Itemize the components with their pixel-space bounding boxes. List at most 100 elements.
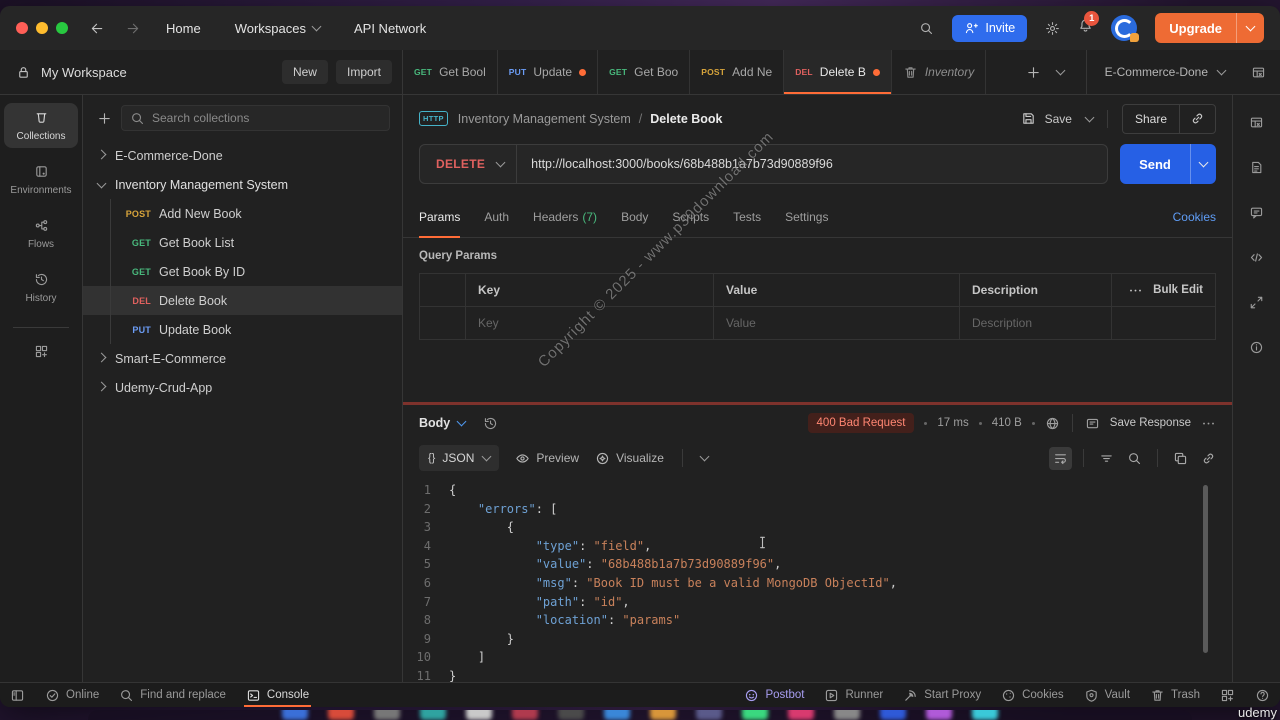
statusbar-find-and-replace[interactable]: Find and replace (119, 683, 226, 707)
request-delete-book[interactable]: DEL Delete Book (83, 286, 402, 315)
forward-arrow-icon[interactable] (125, 21, 140, 36)
cookies-link[interactable]: Cookies (1173, 210, 1216, 224)
response-time[interactable]: 17 ms (937, 417, 968, 429)
import-button[interactable]: Import (335, 60, 392, 84)
response-history-icon[interactable] (483, 416, 498, 431)
send-button[interactable]: Send (1120, 144, 1216, 184)
upgrade-dropdown[interactable] (1236, 13, 1264, 43)
statusbar-panel-toggle-icon[interactable] (10, 683, 25, 707)
statusbar-windows-icon[interactable] (1220, 688, 1235, 703)
comments-icon[interactable] (1249, 205, 1264, 220)
tab-auth[interactable]: Auth (484, 196, 509, 237)
rail-item-environments[interactable]: Environments (4, 157, 78, 202)
save-response-button[interactable]: Save Response (1110, 417, 1191, 429)
workspace-tab-5[interactable]: Inventory (892, 50, 987, 94)
menu-home[interactable]: Home (166, 21, 201, 36)
notifications-button[interactable]: 1 (1078, 11, 1100, 38)
send-options-chevron-icon[interactable] (1190, 144, 1216, 184)
workspace-tab-4[interactable]: DEL Delete B (784, 50, 892, 94)
method-chevron-icon[interactable] (495, 157, 506, 168)
request-add-new-book[interactable]: POST Add New Book (83, 199, 402, 228)
maximize-window-button[interactable] (56, 22, 68, 34)
tab-scripts[interactable]: Scripts (672, 196, 709, 237)
statusbar-online[interactable]: Online (45, 683, 99, 707)
format-options-chevron-icon[interactable] (699, 451, 710, 462)
avatar[interactable] (1111, 15, 1140, 42)
rail-item-collections[interactable]: Collections (4, 103, 78, 148)
param-value-input[interactable]: Value (714, 307, 960, 339)
close-window-button[interactable] (16, 22, 28, 34)
search-icon[interactable] (919, 21, 934, 36)
link-icon[interactable] (1201, 451, 1216, 466)
bulk-edit-button[interactable]: Bulk Edit (1153, 284, 1203, 296)
method-selector[interactable]: DELETE (420, 157, 497, 171)
network-info-icon[interactable] (1045, 416, 1060, 431)
info-icon[interactable] (1249, 340, 1264, 355)
filter-icon[interactable] (1099, 451, 1114, 466)
response-body-selector[interactable]: Body (419, 416, 450, 430)
search-collections-box[interactable] (121, 105, 390, 131)
preview-button[interactable]: Preview (515, 451, 579, 466)
search-response-icon[interactable] (1127, 451, 1142, 466)
env-quicklook-icon[interactable] (1249, 115, 1264, 130)
response-body-editor[interactable]: 1{2 "errors": [3 {4 "type": "field", 5 "v… (403, 475, 1232, 682)
new-tab-button[interactable] (1026, 65, 1041, 80)
workspace-tab-1[interactable]: PUT Update (498, 50, 599, 94)
collection-e-commerce-done[interactable]: E-Commerce-Done (83, 141, 402, 170)
environment-selector[interactable]: E-Commerce-Done (1085, 50, 1229, 94)
collection-inventory management system[interactable]: Inventory Management System (83, 170, 402, 199)
visualize-button[interactable]: Visualize (595, 451, 664, 466)
statusbar-vault[interactable]: Vault (1084, 688, 1130, 703)
back-arrow-icon[interactable] (90, 21, 105, 36)
workspace-tab-3[interactable]: POST Add Ne (690, 50, 785, 94)
tab-list-chevron-icon[interactable] (1055, 65, 1066, 76)
statusbar-console[interactable]: Console (243, 683, 312, 707)
rail-item-flows[interactable]: Flows (4, 211, 78, 256)
statusbar-trash[interactable]: Trash (1150, 688, 1200, 703)
add-collection-button[interactable] (97, 111, 112, 126)
wrap-text-icon[interactable] (1049, 446, 1072, 470)
sync-icon[interactable] (1249, 295, 1264, 310)
tab-headers[interactable]: Headers (7) (533, 196, 597, 237)
statusbar-cookies[interactable]: Cookies (1001, 688, 1064, 703)
breadcrumb-collection[interactable]: Inventory Management System (458, 112, 631, 126)
save-button[interactable]: Save (1021, 111, 1072, 126)
workspace-tab-2[interactable]: GET Get Boo (598, 50, 691, 94)
breadcrumb-request[interactable]: Delete Book (650, 112, 722, 126)
url-input[interactable]: http://localhost:3000/books/68b488b1a7b7… (517, 157, 847, 171)
statusbar-start-proxy[interactable]: Start Proxy (903, 688, 981, 703)
code-icon[interactable] (1249, 250, 1264, 265)
more-options-icon[interactable] (1128, 283, 1143, 298)
invite-button[interactable]: Invite (952, 14, 1028, 42)
request-get-book-by-id[interactable]: GET Get Book By ID (83, 257, 402, 286)
scrollbar[interactable] (1203, 485, 1208, 653)
response-more-options-icon[interactable] (1201, 416, 1216, 431)
menu-workspaces[interactable]: Workspaces (235, 21, 322, 36)
statusbar-help-icon[interactable] (1255, 688, 1270, 703)
menu-api-network[interactable]: API Network (354, 21, 426, 36)
response-format-selector[interactable]: {} JSON (419, 445, 500, 471)
rail-item-history[interactable]: History (4, 265, 78, 310)
tab-body[interactable]: Body (621, 196, 648, 237)
request-get-book-list[interactable]: GET Get Book List (83, 228, 402, 257)
configure-panes-icon[interactable] (34, 344, 49, 359)
new-button[interactable]: New (281, 60, 328, 84)
search-collections-input[interactable] (152, 111, 381, 125)
copy-link-button[interactable] (1179, 104, 1215, 133)
tab-settings[interactable]: Settings (785, 196, 828, 237)
tab-params[interactable]: Params (419, 196, 461, 238)
param-description-input[interactable]: Description (960, 307, 1112, 339)
status-badge[interactable]: 400 Bad Request (807, 413, 915, 433)
request-update-book[interactable]: PUT Update Book (83, 315, 402, 344)
tab-tests[interactable]: Tests (733, 196, 761, 237)
param-key-input[interactable]: Key (466, 307, 714, 339)
response-size[interactable]: 410 B (992, 417, 1022, 429)
gear-icon[interactable] (1045, 21, 1060, 36)
statusbar-runner[interactable]: Runner (824, 688, 883, 703)
save-options-chevron-icon[interactable] (1084, 112, 1095, 122)
documentation-icon[interactable] (1249, 160, 1264, 175)
workspace-name[interactable]: My Workspace (41, 65, 127, 80)
collection-smart-e-commerce[interactable]: Smart-E-Commerce (83, 344, 402, 373)
workspace-tab-0[interactable]: GET Get Bool (403, 50, 498, 94)
statusbar-postbot[interactable]: Postbot (744, 688, 804, 703)
